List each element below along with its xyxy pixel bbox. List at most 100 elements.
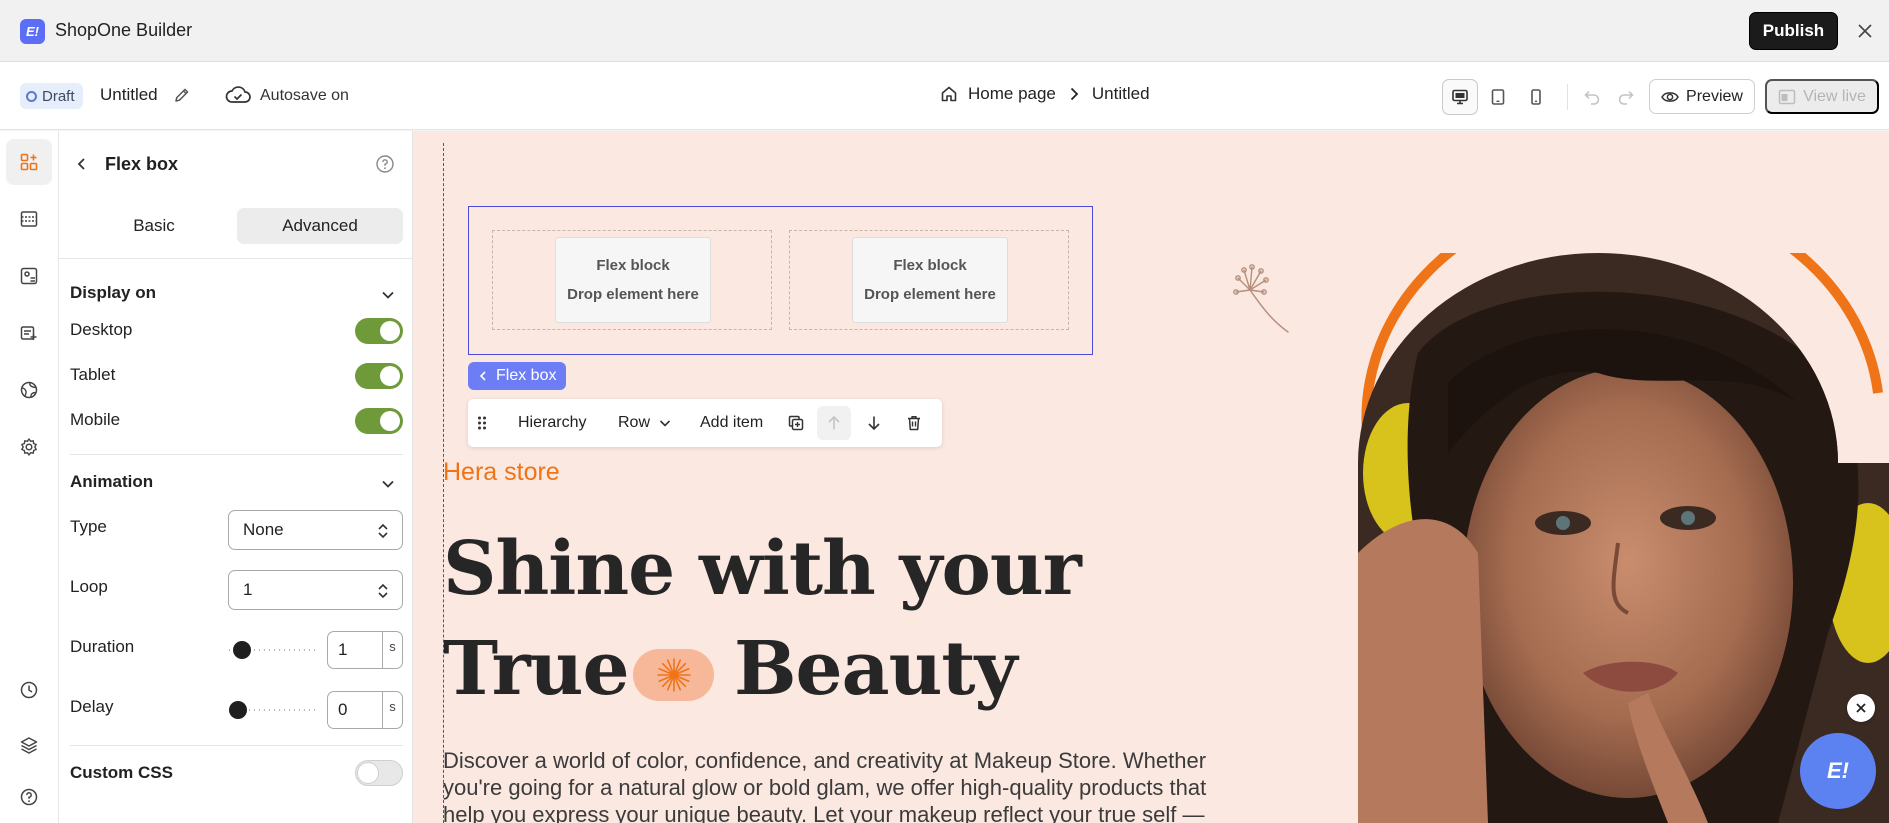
flex-block-hint: Drop element here [864,286,996,303]
preview-label: Preview [1686,87,1743,105]
mobile-toggle[interactable] [355,408,403,434]
duration-label: Duration [70,637,135,656]
duplicate-icon[interactable] [779,406,813,440]
pages-icon[interactable] [6,310,52,356]
tablet-icon [1491,89,1505,105]
chevron-down-icon[interactable] [380,287,396,303]
layers-icon[interactable] [6,722,52,768]
edit-name-icon[interactable] [172,85,192,105]
desktop-toggle[interactable] [355,318,403,344]
toolbar-divider [1567,84,1568,110]
history-icon[interactable] [6,667,52,713]
duration-unit: s [382,632,402,668]
dandelion-decoration-icon [1230,264,1290,334]
status-badge: Draft [20,83,83,109]
tablet-view-button[interactable] [1480,79,1516,115]
element-toolbar: Hierarchy Row Add item [468,399,942,447]
question-icon[interactable] [375,154,395,174]
delay-input[interactable]: 0 s [327,691,403,729]
hero-headline-line1[interactable]: Shine with your [443,526,1082,612]
mobile-icon [1531,89,1541,105]
chevron-down-icon [659,420,671,427]
duration-value[interactable]: 1 [328,632,382,668]
updown-chevron-icon [378,523,388,539]
settings-gear-icon[interactable] [6,424,52,470]
animation-type-value: None [243,520,284,539]
delay-value[interactable]: 0 [328,692,382,728]
device-switcher [1442,79,1554,115]
chat-launcher-button[interactable]: E! [1800,733,1876,809]
selected-element-chip[interactable]: Flex box [468,362,566,390]
breadcrumb-home[interactable]: Home page [968,84,1056,104]
move-up-icon[interactable] [817,406,851,440]
sidebar-rail [0,131,59,823]
hero-headline-line2-start[interactable]: True [443,626,630,712]
view-live-button[interactable]: View live [1765,79,1879,114]
flex-block-title: Flex block [596,257,670,274]
duration-slider[interactable] [229,640,315,660]
autosave-status: Autosave on [260,87,349,104]
publish-button[interactable]: Publish [1749,12,1838,50]
slider-handle[interactable] [229,701,247,719]
breadcrumb: Home page Untitled [940,84,1150,104]
preview-button[interactable]: Preview [1649,79,1755,114]
type-label: Type [70,517,107,536]
mobile-view-button[interactable] [1518,79,1554,115]
store-name[interactable]: Hera store [443,458,560,487]
drag-handle-icon[interactable] [476,399,488,447]
flex-box-selection[interactable]: Flex block Drop element here Flex block … [468,206,1093,355]
flex-block[interactable]: Flex block Drop element here [852,237,1008,323]
display-on-heading[interactable]: Display on [70,283,156,303]
cloud-icon [224,84,252,106]
hero-headline-line2-end[interactable]: Beauty [734,626,1018,712]
status-badge-label: Draft [42,87,75,105]
close-chat-icon[interactable] [1847,694,1875,722]
back-chevron-icon[interactable] [71,153,93,175]
templates-icon[interactable] [6,253,52,299]
tablet-toggle[interactable] [355,363,403,389]
duration-input[interactable]: 1 s [327,631,403,669]
animation-type-select[interactable]: None [228,510,403,550]
updown-chevron-icon [378,583,388,599]
flex-slot[interactable]: Flex block Drop element here [492,230,772,330]
globe-icon[interactable] [6,367,52,413]
animation-heading[interactable]: Animation [70,472,153,492]
flex-slot[interactable]: Flex block Drop element here [789,230,1069,330]
help-icon[interactable] [6,774,52,820]
hero-description[interactable]: Discover a world of color, confidence, a… [443,747,1243,823]
home-icon [941,86,957,102]
hierarchy-button[interactable]: Hierarchy [518,399,586,447]
trash-icon[interactable] [897,406,931,440]
browser-icon [1778,89,1796,104]
desktop-icon [1452,89,1468,105]
elements-icon[interactable] [6,139,52,185]
draft-status-icon [26,90,37,102]
flex-block-title: Flex block [893,257,967,274]
breadcrumb-current: Untitled [1091,84,1150,103]
animation-loop-select[interactable]: 1 [228,570,403,610]
editor-canvas[interactable]: Flex block Drop element here Flex block … [413,131,1889,823]
desktop-view-button[interactable] [1442,79,1478,115]
direction-value: Row [618,414,651,431]
eye-icon [1661,91,1679,102]
chevron-down-icon[interactable] [380,476,396,492]
slider-handle[interactable] [233,641,251,659]
flex-block[interactable]: Flex block Drop element here [555,237,711,323]
undo-icon[interactable] [1580,85,1604,109]
tablet-label: Tablet [70,365,116,384]
hero-portrait-image[interactable] [1358,187,1889,823]
app-logo: E! [20,19,45,44]
add-item-button[interactable]: Add item [700,399,763,447]
redo-icon[interactable] [1614,85,1638,109]
delay-slider[interactable] [229,700,315,720]
app-title: ShopOne Builder [55,20,193,40]
move-down-icon[interactable] [857,406,891,440]
direction-dropdown[interactable]: Row [618,399,672,447]
custom-css-toggle[interactable] [355,760,403,786]
tab-basic[interactable]: Basic [71,208,237,244]
sections-icon[interactable] [6,196,52,242]
close-icon[interactable] [1853,19,1877,43]
divider [70,454,403,455]
tab-advanced[interactable]: Advanced [237,208,403,244]
delay-unit: s [382,692,402,728]
